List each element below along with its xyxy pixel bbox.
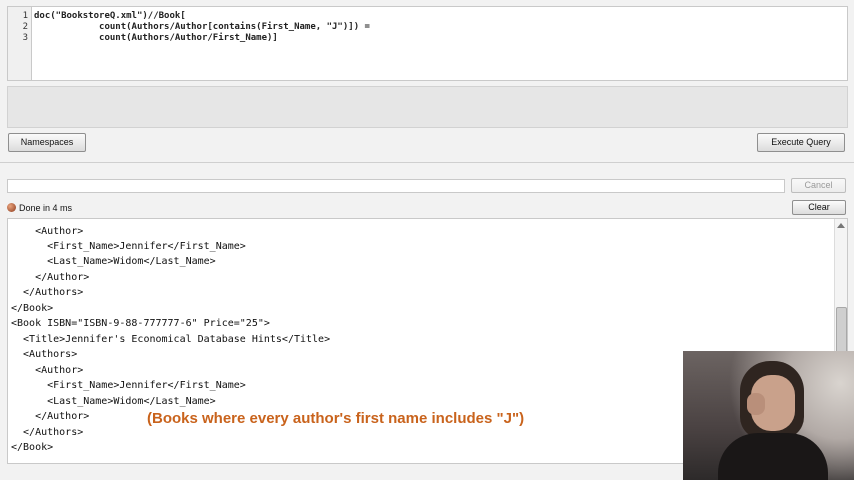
query-editor[interactable]: 1 2 3 doc("BookstoreQ.xml")//Book[ count… <box>7 6 848 81</box>
status-line: Done in 4 ms <box>7 201 72 215</box>
line-number: 2 <box>22 22 28 32</box>
result-line: <First_Name>Jennifer</First_Name> <box>11 380 246 391</box>
progress-bar <box>7 179 785 193</box>
cancel-button[interactable]: Cancel <box>791 178 846 193</box>
result-line: <Last_Name>Widom</Last_Name> <box>11 396 216 407</box>
code-line[interactable]: count(Authors/Author/First_Name)] <box>34 33 278 43</box>
result-line: <Title>Jennifer's Economical Database Hi… <box>11 334 331 345</box>
result-line: <Author> <box>11 365 84 376</box>
namespaces-button[interactable]: Namespaces <box>8 133 86 152</box>
presenter-hand <box>747 393 765 415</box>
result-line: <Author> <box>11 226 84 237</box>
line-number-gutter: 1 2 3 <box>8 7 32 80</box>
code-line[interactable]: count(Authors/Author[contains(First_Name… <box>34 22 370 32</box>
scroll-up-arrow-icon[interactable] <box>837 223 845 228</box>
result-line: <Book ISBN="ISBN-9-88-777777-6" Price="2… <box>11 318 270 329</box>
result-line: </Author> <box>11 411 90 422</box>
clear-button[interactable]: Clear <box>792 200 846 215</box>
result-line: </Authors> <box>11 287 84 298</box>
presenter-video <box>683 351 854 480</box>
code-line[interactable]: doc("BookstoreQ.xml")//Book[ <box>34 11 186 21</box>
status-text: Done in 4 ms <box>19 203 73 213</box>
result-line: <First_Name>Jennifer</First_Name> <box>11 241 246 252</box>
scrollbar-thumb[interactable] <box>836 307 847 353</box>
video-caption: (Books where every author's first name i… <box>147 410 525 427</box>
status-done-icon <box>7 203 16 212</box>
result-line: <Last_Name>Widom</Last_Name> <box>11 256 216 267</box>
panel-divider[interactable] <box>0 162 854 163</box>
result-line: <Authors> <box>11 349 78 360</box>
execute-query-button[interactable]: Execute Query <box>757 133 845 152</box>
result-line: </Book> <box>11 442 54 453</box>
result-line: </Authors> <box>11 427 84 438</box>
line-number: 3 <box>22 33 28 43</box>
messages-panel <box>7 86 848 128</box>
line-number: 1 <box>22 11 28 21</box>
presenter-body <box>718 433 828 480</box>
result-line: </Author> <box>11 272 90 283</box>
result-line: </Book> <box>11 303 54 314</box>
